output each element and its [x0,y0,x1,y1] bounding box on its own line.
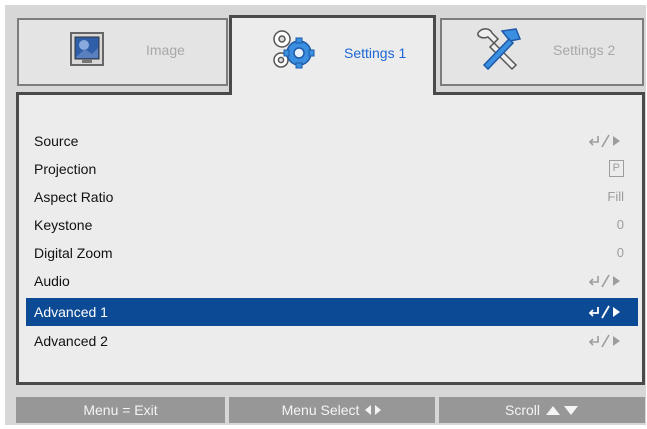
menu-exit-label: Menu = Exit [83,402,158,418]
tab-image[interactable]: Image [17,18,228,86]
footer-hint-bar: Menu = Exit Menu Select Scroll [16,397,645,423]
menu-item-digital-zoom[interactable]: Digital Zoom 0 [26,239,638,267]
tab-settings-1-label: Settings 1 [344,45,407,61]
menu-item-audio[interactable]: Audio [26,267,638,295]
menu-item-keystone[interactable]: Keystone 0 [26,211,638,239]
tab-settings-2-label: Settings 2 [553,42,616,58]
menu-item-label: Aspect Ratio [34,189,114,205]
tools-icon [472,25,524,80]
tab-settings-2[interactable]: Settings 2 [440,18,644,86]
digital-zoom-value: 0 [616,245,624,260]
menu-item-advanced-1[interactable]: Advanced 1 [26,298,638,326]
menu-item-aspect-ratio[interactable]: Aspect Ratio Fill [26,183,638,211]
menu-item-label: Source [34,133,79,149]
menu-item-label: Audio [34,273,70,289]
menu-item-label: Advanced 2 [34,333,108,349]
projector-osd-menu: Image Settings 1 Settings 2 Source Proje… [0,0,647,429]
menu-item-label: Projection [34,161,97,177]
keystone-value: 0 [616,217,624,232]
scroll-label: Scroll [504,402,540,418]
menu-item-source[interactable]: Source [26,127,638,155]
menu-select-hint: Menu Select [229,397,435,423]
enter-arrow-icon [588,334,624,353]
tab-image-label: Image [146,42,185,58]
settings-1-panel: Source Projection P Aspect Ratio Fill Ke… [16,92,645,385]
menu-exit-hint: Menu = Exit [16,397,225,423]
tab-settings-1[interactable]: Settings 1 [229,15,436,95]
up-down-arrow-icon [545,404,579,416]
image-icon [70,32,104,71]
menu-item-label: Digital Zoom [34,245,113,261]
menu-item-label: Keystone [34,217,93,233]
projection-mode-icon: P [608,160,624,177]
aspect-ratio-value: Fill [607,189,624,204]
menu-item-label: Advanced 1 [34,304,108,320]
gears-icon [269,28,315,77]
menu-item-projection[interactable]: Projection P [26,155,638,183]
enter-arrow-icon [588,274,624,293]
enter-arrow-icon [588,305,624,324]
enter-arrow-icon [588,134,624,153]
left-right-arrow-icon [364,404,382,416]
menu-item-advanced-2[interactable]: Advanced 2 [26,327,638,355]
menu-select-label: Menu Select [281,402,360,418]
scroll-hint: Scroll [439,397,645,423]
